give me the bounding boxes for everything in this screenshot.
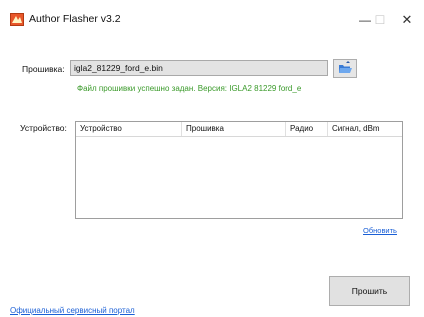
device-table-header: Устройство Прошивка Радио Сигнал, dBm xyxy=(76,122,402,137)
app-icon xyxy=(10,13,24,26)
device-table[interactable]: Устройство Прошивка Радио Сигнал, dBm xyxy=(75,121,403,219)
column-header-radio[interactable]: Радио xyxy=(286,122,328,136)
flash-button[interactable]: Прошить xyxy=(329,276,410,306)
refresh-link[interactable]: Обновить xyxy=(363,226,397,235)
service-portal-link[interactable]: Официальный сервисный портал xyxy=(10,306,135,315)
browse-button[interactable] xyxy=(333,59,357,78)
column-header-signal[interactable]: Сигнал, dBm xyxy=(328,122,402,136)
close-button[interactable]: ✕ xyxy=(396,10,418,30)
firmware-path-field[interactable]: igla2_81229_ford_e.bin xyxy=(70,60,328,76)
title-bar: Author Flasher v3.2 — ☐ ✕ xyxy=(0,0,424,38)
column-header-firmware[interactable]: Прошивка xyxy=(182,122,286,136)
close-icon: ✕ xyxy=(401,12,413,27)
firmware-status: Файл прошивки успешно задан. Версия: IGL… xyxy=(77,84,302,93)
device-label: Устройство: xyxy=(20,123,67,133)
firmware-label: Прошивка: xyxy=(22,64,65,74)
column-header-device[interactable]: Устройство xyxy=(76,122,182,136)
maximize-button[interactable]: ☐ xyxy=(369,10,391,30)
window-title: Author Flasher v3.2 xyxy=(29,13,121,25)
open-folder-icon xyxy=(339,61,352,73)
maximize-icon: ☐ xyxy=(374,13,386,27)
